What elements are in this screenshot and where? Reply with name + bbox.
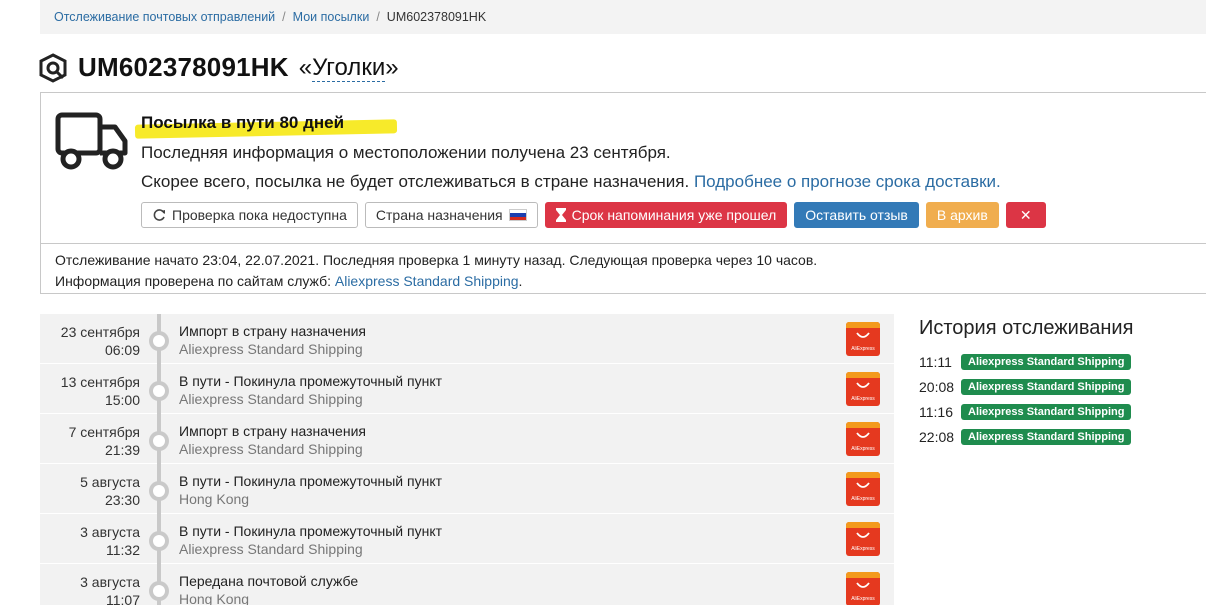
history-row: 11:11 Aliexpress Standard Shipping bbox=[919, 349, 1133, 374]
nickname-quote-open: « bbox=[298, 53, 313, 81]
event-description: В пути - Покинула промежуточный пункт Hon… bbox=[179, 473, 443, 507]
service-badge: Aliexpress Standard Shipping bbox=[961, 403, 1132, 420]
nickname-quote-close: » bbox=[385, 53, 399, 81]
event-description: Импорт в страну назначения Aliexpress Sta… bbox=[179, 423, 366, 457]
timeline-dot-icon bbox=[149, 381, 169, 401]
hourglass-icon bbox=[555, 208, 566, 222]
track-number: UM602378091HK bbox=[78, 52, 289, 82]
breadcrumb-separator: / bbox=[282, 10, 286, 24]
history-time: 22:08 bbox=[919, 428, 955, 445]
service-badge: Aliexpress Standard Shipping bbox=[961, 353, 1132, 370]
breadcrumb-link-my-parcels[interactable]: Мои посылки bbox=[293, 10, 370, 24]
service-badge: Aliexpress Standard Shipping bbox=[961, 428, 1132, 445]
aliexpress-logo-icon: AliExpress bbox=[846, 422, 880, 456]
timeline-event: 7 сентября 21:39 Импорт в страну назначен… bbox=[40, 414, 894, 464]
refresh-icon bbox=[152, 208, 166, 222]
breadcrumb: Отслеживание почтовых отправлений / Мои по… bbox=[40, 0, 1206, 34]
history-time: 20:08 bbox=[919, 378, 955, 395]
aliexpress-logo-icon: AliExpress bbox=[846, 372, 880, 406]
service-link[interactable]: Aliexpress Standard Shipping bbox=[335, 273, 519, 289]
timeline-dot-icon bbox=[149, 581, 169, 601]
aliexpress-logo-icon: AliExpress bbox=[846, 472, 880, 506]
event-date: 3 августа 11:32 bbox=[80, 524, 140, 558]
russia-flag-icon bbox=[508, 209, 527, 221]
history-time: 11:11 bbox=[919, 353, 952, 370]
timeline-dot-icon bbox=[149, 531, 169, 551]
destination-button-label: Страна назначения bbox=[375, 207, 503, 223]
aliexpress-logo-icon: AliExpress bbox=[846, 572, 880, 605]
leave-review-button[interactable]: Оставить отзыв bbox=[794, 202, 919, 228]
archive-button[interactable]: В архив bbox=[925, 202, 999, 228]
timeline-dot-icon bbox=[149, 431, 169, 451]
event-date: 3 августа 11:07 bbox=[80, 574, 140, 605]
history-row: 20:08 Aliexpress Standard Shipping bbox=[919, 374, 1133, 399]
truck-icon bbox=[55, 112, 128, 170]
event-description: В пути - Покинула промежуточный пункт Ali… bbox=[179, 373, 443, 407]
page-title: UM602378091HK «Уголки» bbox=[38, 52, 399, 83]
history-row: 11:16 Aliexpress Standard Shipping bbox=[919, 399, 1133, 424]
breadcrumb-current: UM602378091HK bbox=[386, 10, 487, 24]
delete-button[interactable]: ✕ bbox=[1005, 202, 1046, 228]
status-headline-text: Посылка в пути 80 дней bbox=[141, 113, 345, 132]
timeline-event: 13 сентября 15:00 В пути - Покинула проме… bbox=[40, 364, 894, 414]
event-date: 5 августа 23:30 bbox=[80, 474, 140, 508]
breadcrumb-separator: / bbox=[376, 10, 380, 24]
tracking-history: История отслеживания 11:11 Aliexpress St… bbox=[919, 317, 1133, 449]
status-last-info: Последняя информация о местоположении по… bbox=[141, 143, 671, 162]
event-description: Передана почтовой службе Hong Kong bbox=[179, 573, 359, 605]
timeline-event: 23 сентября 06:09 Импорт в страну назначе… bbox=[40, 314, 894, 364]
history-row: 22:08 Aliexpress Standard Shipping bbox=[919, 424, 1133, 449]
event-date: 13 сентября 15:00 bbox=[60, 374, 140, 408]
forecast-details-link[interactable]: Подробнее о прогнозе срока доставки. bbox=[694, 172, 1001, 191]
event-description: В пути - Покинула промежуточный пункт Ali… bbox=[179, 523, 443, 557]
timeline-dot-icon bbox=[149, 331, 169, 351]
close-icon: ✕ bbox=[1019, 206, 1032, 223]
parcel-search-icon bbox=[39, 52, 67, 83]
reminder-button[interactable]: Срок напоминания уже прошел bbox=[544, 202, 788, 228]
services-suffix: . bbox=[518, 273, 523, 289]
check-button-label: Проверка пока недоступна bbox=[172, 207, 347, 223]
event-date: 23 сентября 06:09 bbox=[60, 324, 140, 358]
check-unavailable-button[interactable]: Проверка пока недоступна bbox=[141, 202, 358, 228]
tracking-info: Отслеживание начато 23:04, 22.07.2021. П… bbox=[40, 243, 1206, 294]
history-title: История отслеживания bbox=[919, 317, 1134, 339]
service-badge: Aliexpress Standard Shipping bbox=[961, 378, 1132, 395]
services-prefix: Информация проверена по сайтам служб: bbox=[55, 273, 331, 289]
tracking-started-info: Отслеживание начато 23:04, 22.07.2021. П… bbox=[55, 252, 818, 268]
services-checked-info: Информация проверена по сайтам служб: Al… bbox=[55, 271, 1206, 292]
reminder-button-label: Срок напоминания уже прошел bbox=[571, 207, 777, 223]
status-panel: Посылка в пути 80 дней Последняя информа… bbox=[40, 92, 1206, 244]
aliexpress-logo-icon: AliExpress bbox=[846, 322, 880, 356]
status-forecast-text: Скорее всего, посылка не будет отслежива… bbox=[141, 172, 690, 191]
nickname-text[interactable]: Уголки bbox=[312, 53, 386, 82]
timeline-event: 3 августа 11:32 В пути - Покинула промежу… bbox=[40, 514, 894, 564]
action-buttons: Проверка пока недоступна Страна назначен… bbox=[141, 202, 1046, 228]
timeline-event: 3 августа 11:07 Передана почтовой службе H… bbox=[40, 564, 894, 605]
destination-country-button[interactable]: Страна назначения bbox=[364, 202, 538, 228]
event-date: 7 сентября 21:39 bbox=[68, 424, 140, 458]
parcel-nickname[interactable]: «Уголки» bbox=[298, 53, 399, 82]
timeline-dot-icon bbox=[149, 481, 169, 501]
tracking-timeline: 23 сентября 06:09 Импорт в страну назначе… bbox=[40, 314, 894, 605]
status-forecast: Скорее всего, посылка не будет отслежива… bbox=[141, 172, 1001, 192]
history-time: 11:16 bbox=[919, 403, 953, 420]
breadcrumb-link-tracking[interactable]: Отслеживание почтовых отправлений bbox=[54, 10, 275, 24]
timeline-event: 5 августа 23:30 В пути - Покинула промежу… bbox=[40, 464, 894, 514]
aliexpress-logo-icon: AliExpress bbox=[846, 522, 880, 556]
event-description: Импорт в страну назначения Aliexpress Sta… bbox=[179, 323, 366, 357]
status-headline: Посылка в пути 80 дней bbox=[134, 113, 398, 139]
